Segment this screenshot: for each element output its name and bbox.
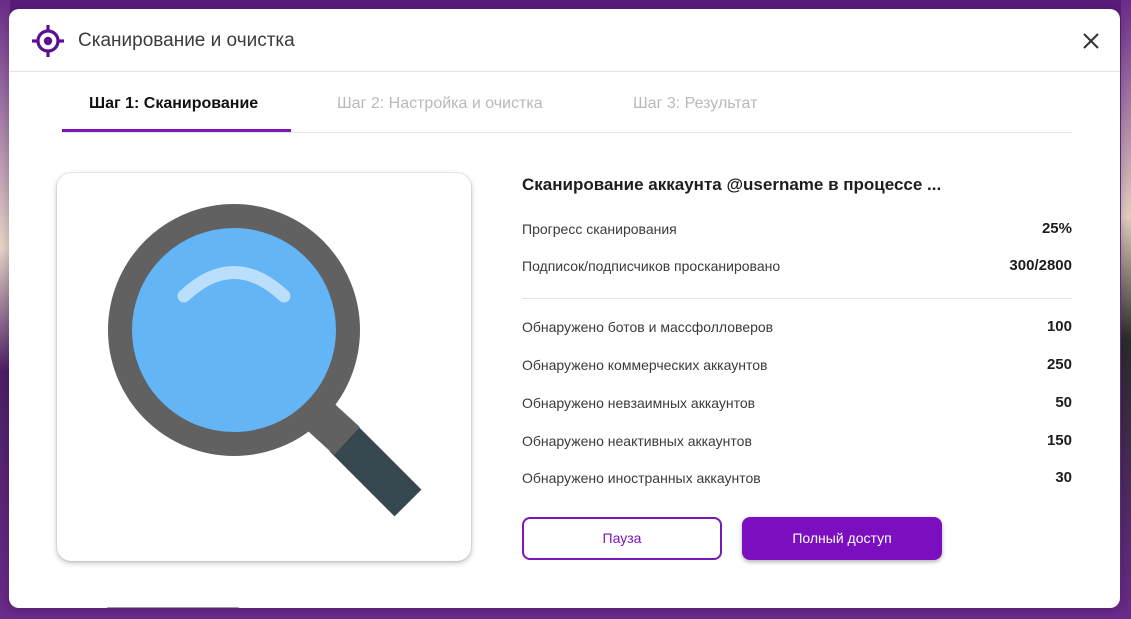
magnifier-icon xyxy=(108,204,422,517)
crosshair-target-icon xyxy=(32,25,64,57)
tab-step-1-scan[interactable]: Шаг 1: Сканирование xyxy=(89,94,258,114)
full-access-button[interactable]: Полный доступ xyxy=(742,517,942,560)
divider xyxy=(522,298,1072,299)
stat-value: 150 xyxy=(1046,432,1072,449)
tab-step-2-settings[interactable]: Шаг 2: Настройка и очистка xyxy=(337,94,543,114)
active-tab-indicator xyxy=(62,129,291,132)
scanned-row: Подписок/подписчиков просканировано 300/… xyxy=(522,256,1072,276)
progress-value: 25% xyxy=(1041,220,1072,237)
stat-row-nonmutual: Обнаружено невзаимных аккаунтов 50 xyxy=(522,393,1072,413)
dialog-header: Сканирование и очистка xyxy=(9,9,1120,72)
tab-step-3-result[interactable]: Шаг 3: Результат xyxy=(633,94,757,114)
stat-value: 250 xyxy=(1046,356,1072,373)
close-icon[interactable] xyxy=(1078,28,1104,54)
stat-row-commercial: Обнаружено коммерческих аккаунтов 250 xyxy=(522,355,1072,375)
backdrop-right xyxy=(1121,0,1131,619)
pause-button[interactable]: Пауза xyxy=(522,517,722,560)
dialog-title: Сканирование и очистка xyxy=(78,30,295,51)
stat-row-foreign: Обнаружено иностранных аккаунтов 30 xyxy=(522,468,1072,488)
progress-label: Прогресс сканирования xyxy=(522,221,677,237)
stat-label: Обнаружено ботов и массфолловеров xyxy=(522,319,774,335)
stat-label: Обнаружено неактивных аккаунтов xyxy=(522,433,752,449)
scan-status-title: Сканирование аккаунта @username в процес… xyxy=(522,175,942,194)
horizontal-scrollbar-thumb[interactable] xyxy=(106,607,240,608)
progress-row: Прогресс сканирования 25% xyxy=(522,219,1072,239)
step-tabs: Шаг 1: Сканирование Шаг 2: Настройка и о… xyxy=(62,72,1072,133)
scanned-label: Подписок/подписчиков просканировано xyxy=(522,258,781,274)
scanned-value: 300/2800 xyxy=(1009,257,1072,274)
stat-label: Обнаружено невзаимных аккаунтов xyxy=(522,395,756,411)
stat-row-inactive: Обнаружено неактивных аккаунтов 150 xyxy=(522,431,1072,451)
stat-value: 30 xyxy=(1055,469,1072,486)
illustration-card xyxy=(57,173,471,561)
stat-value: 50 xyxy=(1055,394,1072,411)
stat-value: 100 xyxy=(1046,318,1072,335)
stat-row-bots: Обнаружено ботов и массфолловеров 100 xyxy=(522,317,1072,337)
stat-label: Обнаружено иностранных аккаунтов xyxy=(522,470,761,486)
scan-dialog: Сканирование и очистка Шаг 1: Сканирован… xyxy=(9,9,1120,608)
stat-label: Обнаружено коммерческих аккаунтов xyxy=(522,357,768,373)
